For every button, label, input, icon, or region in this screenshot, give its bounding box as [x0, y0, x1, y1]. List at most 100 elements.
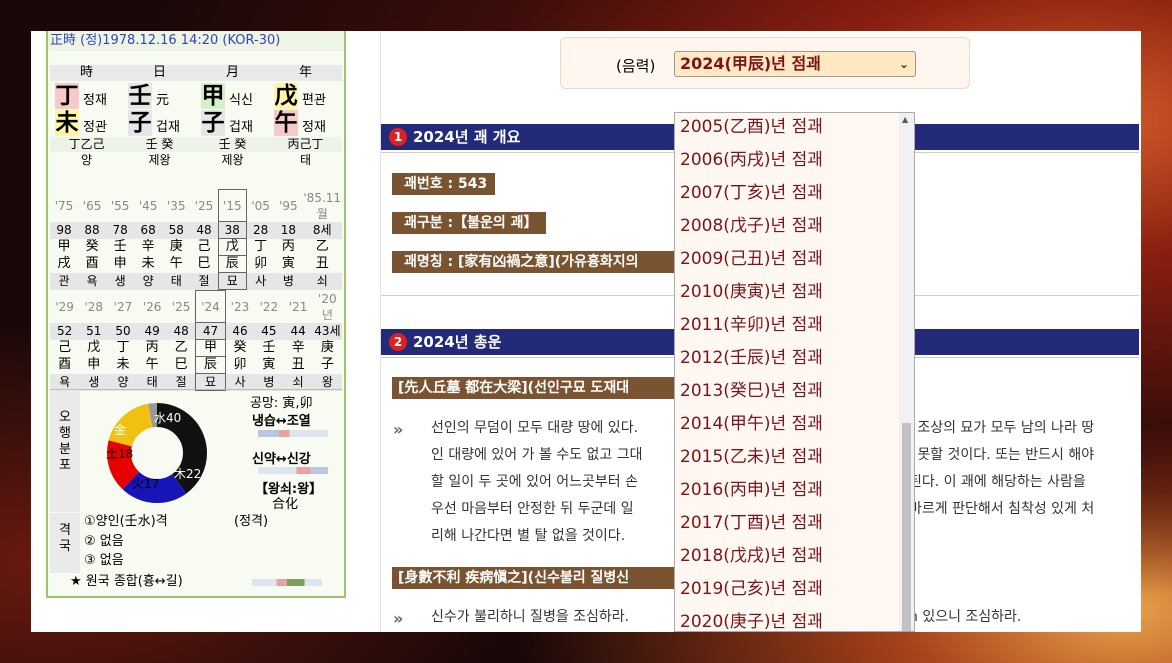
year-option[interactable]: 2012(壬辰)년 점괘 — [680, 342, 896, 375]
seun-ages-cell: 52 — [50, 322, 80, 340]
seun-ages-cell: 44 — [283, 322, 313, 340]
sinyak-bar — [258, 467, 328, 474]
life-stage: 제왕 — [148, 153, 171, 167]
double-arrow-icon: » — [393, 609, 404, 628]
year-option[interactable]: 2007(丁亥)년 점괘 — [680, 177, 896, 210]
seun-branches-cell: 丑 — [291, 357, 305, 372]
year-option[interactable]: 2006(丙戌)년 점괘 — [680, 144, 896, 177]
pillar-2: 月甲 식신 子 겁재 壬 癸 제왕 — [196, 65, 269, 177]
scrollbar-thumb[interactable] — [902, 423, 911, 631]
daeun-stages-cell: 욕 — [78, 272, 107, 290]
seun-ages-cell: 45 — [254, 322, 284, 340]
seun-stems-cell: 丙 — [145, 340, 159, 355]
daeun-branches-cell: 丑 — [315, 256, 329, 271]
year-option[interactable]: 2005(乙酉)년 점괘 — [680, 113, 896, 144]
year-select-box: (음력) 2024(甲辰)년 점괘 ⌄ — [560, 37, 970, 89]
branch-relation: 정관 — [83, 120, 107, 135]
seun-stages-cell: 태 — [137, 373, 167, 391]
seun-stems-cell: 庚 — [320, 340, 334, 355]
dropdown-scrollbar[interactable]: ▲ — [899, 113, 914, 631]
year-option[interactable]: 2013(癸巳)년 점괘 — [680, 375, 896, 408]
browser-page: 正時 (정)1978.12.16 14:20 (KOR-30) 時丁 정재 未 정관 丁… — [31, 31, 1141, 632]
fire-label: 火17 — [132, 477, 159, 491]
year-option[interactable]: 2015(乙未)년 점괘 — [680, 441, 896, 474]
seun-branches-cell: 巳 — [174, 357, 188, 372]
ohaeng-label: 오행 분포 — [50, 390, 80, 512]
wonguk-summary: ★ 원국 종합(흉↔길) — [70, 574, 183, 589]
naengseup-scale: 냉습↔조열 — [252, 414, 311, 429]
seun-stages-cell: 생 — [79, 373, 109, 391]
pillar-head: 年 — [269, 65, 342, 81]
branch-relation: 정재 — [302, 120, 326, 135]
daeun-ages-cell: 48 — [190, 221, 219, 239]
daeun-stems-cell: 戊 — [217, 238, 247, 256]
daeun-branches-cell: 午 — [169, 256, 183, 271]
daeun-stems-cell: 庚 — [169, 239, 183, 254]
seun-stems-cell: 癸 — [233, 340, 247, 355]
seun-years-cell: '21 — [288, 299, 308, 314]
year-option[interactable]: 2009(己丑)년 점괘 — [680, 243, 896, 276]
fortune-heading-1: [先人丘墓 都在大梁](선인구묘 도재대 — [392, 377, 692, 399]
seun-stages-cell: 쇠 — [283, 373, 313, 391]
year-option[interactable]: 2018(戊戌)년 점괘 — [680, 540, 896, 573]
daeun-branches-cell: 辰 — [217, 255, 247, 273]
scroll-up-icon[interactable]: ▲ — [902, 115, 908, 124]
life-stage: 양 — [80, 153, 93, 167]
year-option[interactable]: 2019(己亥)년 점괘 — [680, 573, 896, 606]
branch-relation: 겁재 — [229, 120, 253, 135]
gyeokguk-type: (정격) — [234, 514, 269, 529]
daeun-branches-cell: 申 — [113, 256, 127, 271]
heavenly-stem: 戊 — [274, 83, 298, 109]
daeun-table: '75 '65 '55 '45 '35 '25'15 '05 '95 '85.11월 98 88 78… — [50, 189, 342, 290]
stem-relation: 元 — [156, 93, 170, 108]
seun-stages-cell: 병 — [254, 373, 284, 391]
gyeokguk-row-2: ② 없음 — [84, 534, 124, 549]
life-stage: 태 — [299, 153, 312, 167]
seun-stems-cell: 辛 — [291, 340, 305, 355]
seun-stems-cell: 丁 — [116, 340, 130, 355]
year-option[interactable]: 2016(丙申)년 점괘 — [680, 474, 896, 507]
year-option[interactable]: 2010(庚寅)년 점괘 — [680, 276, 896, 309]
pillar-3: 年戊 편관 午 정재 丙己丁 태 — [269, 65, 342, 177]
gongmang: 공망: 寅,卯 — [250, 396, 313, 411]
gwae-number: 괘번호 : 543 — [392, 173, 496, 195]
year-option[interactable]: 2008(戊子)년 점괘 — [680, 210, 896, 243]
daeun-years-cell: '15 — [217, 189, 247, 222]
daeun-years-cell: '75 — [54, 198, 74, 213]
year-option[interactable]: 2017(丁酉)년 점괘 — [680, 507, 896, 540]
water-label: 水40 — [154, 411, 181, 425]
seun-years-cell: '24 — [195, 290, 226, 323]
year-option[interactable]: 2011(辛卯)년 점괘 — [680, 309, 896, 342]
daeun-ages-cell: 98 — [50, 221, 79, 239]
daeun-years-cell: '45 — [138, 198, 158, 213]
heavenly-stem: 丁 — [55, 83, 79, 109]
seun-stages-cell: 사 — [225, 373, 255, 391]
pillar-head: 日 — [123, 65, 196, 81]
earthly-branch: 未 — [55, 110, 79, 136]
daeun-years-cell: '05 — [251, 198, 270, 213]
daeun-branches-cell: 戌 — [57, 256, 71, 271]
lunar-label: (음력) — [616, 57, 656, 75]
pillar-head: 月 — [196, 65, 269, 81]
seun-years-cell: '23 — [230, 299, 250, 314]
daeun-ages-cell: 38 — [217, 221, 247, 239]
seun-table: '29'28'27'26'25'24'23'22'21'20년 52 51 50 49 4… — [50, 290, 342, 391]
daeun-stages-cell: 병 — [274, 272, 303, 290]
seun-years-cell: '29 — [55, 299, 74, 314]
earthly-branch: 子 — [201, 110, 225, 136]
seun-stages-cell: 양 — [108, 373, 138, 391]
daeun-stages-cell: 생 — [106, 272, 135, 290]
section-2-title: 2024년 총운 — [413, 333, 502, 351]
year-option[interactable]: 2014(甲午)년 점괘 — [680, 408, 896, 441]
year-option[interactable]: 2020(庚子)년 점괘 — [680, 606, 896, 631]
year-select[interactable]: 2024(甲辰)년 점괘 ⌄ — [674, 51, 916, 77]
gwae-name: 괘명칭 : [家有凶禍之意](가유흉화지의 — [392, 251, 692, 273]
double-arrow-icon: » — [393, 420, 404, 439]
daeun-stems-cell: 辛 — [141, 239, 155, 254]
daeun-ages-cell: 78 — [106, 221, 135, 239]
year-dropdown-list[interactable]: 2005(乙酉)년 점괘 2006(丙戌)년 점괘 2007(丁亥)년 점괘 2008… — [674, 112, 915, 632]
seun-stems-cell: 乙 — [174, 340, 188, 355]
seun-years-cell: '28 — [84, 299, 104, 314]
seun-ages-cell: 50 — [108, 322, 138, 340]
seun-ages-cell: 46 — [225, 322, 255, 340]
